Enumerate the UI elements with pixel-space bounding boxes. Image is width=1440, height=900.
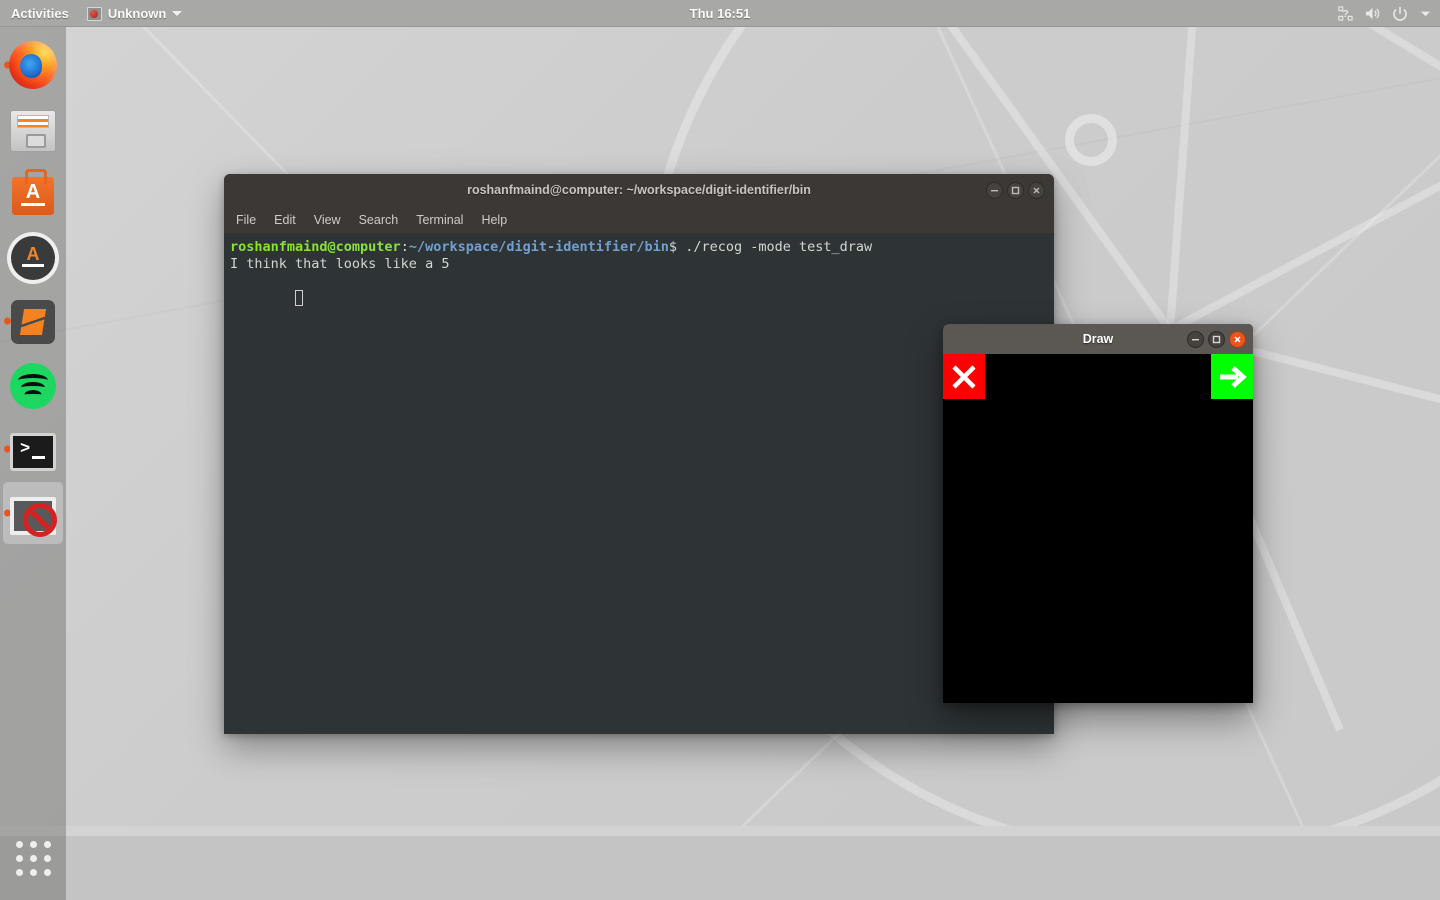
maximize-button[interactable] <box>1208 330 1225 348</box>
clock-button[interactable]: Thu 16:51 <box>0 6 1440 21</box>
updater-icon <box>11 236 55 280</box>
maximize-button[interactable] <box>1007 181 1024 199</box>
wallpaper-band-lower <box>0 836 1440 900</box>
terminal-title: roshanfmaind@computer: ~/workspace/digit… <box>467 183 811 197</box>
draw-canvas[interactable] <box>943 354 1253 703</box>
volume-icon[interactable] <box>1364 6 1381 21</box>
terminal-cursor-line <box>224 273 1054 325</box>
close-button[interactable] <box>1028 181 1045 199</box>
menu-item-file[interactable]: File <box>234 211 258 229</box>
menu-item-terminal[interactable]: Terminal <box>414 211 465 229</box>
wallpaper-band-highlight <box>0 826 1440 836</box>
app-menu-label: Unknown <box>107 6 167 21</box>
submit-button[interactable] <box>1211 354 1253 399</box>
software-icon <box>12 169 54 215</box>
dock-item-software-updater[interactable] <box>0 225 66 289</box>
power-icon[interactable] <box>1392 6 1408 22</box>
app-indicator-icon <box>86 6 102 21</box>
dock-item-spotify[interactable] <box>0 353 66 417</box>
dock-item-draw[interactable] <box>0 481 66 545</box>
x-icon <box>952 364 976 389</box>
accessibility-icon[interactable]: ? <box>1338 6 1353 21</box>
draw-window-buttons <box>1187 330 1246 348</box>
minimize-button[interactable] <box>986 181 1003 199</box>
menu-item-view[interactable]: View <box>312 211 343 229</box>
dock-item-ubuntu-software[interactable] <box>0 161 66 225</box>
chevron-down-icon <box>172 11 183 16</box>
app-menu-button[interactable]: Unknown <box>79 0 191 27</box>
close-button[interactable] <box>1229 330 1246 348</box>
menu-item-search[interactable]: Search <box>357 211 401 229</box>
activities-button[interactable]: Activities <box>0 0 79 27</box>
prompt-user-host: roshanfmaind@computer <box>230 239 401 255</box>
svg-text:?: ? <box>1343 9 1349 20</box>
menu-item-edit[interactable]: Edit <box>272 211 298 229</box>
dock-item-files[interactable] <box>0 97 66 161</box>
sublime-icon <box>11 300 55 344</box>
dock-items <box>0 27 66 545</box>
block-cursor-icon <box>295 290 304 306</box>
terminal-window[interactable]: roshanfmaind@computer: ~/workspace/digit… <box>224 174 1054 734</box>
running-indicator <box>4 317 11 325</box>
prompt-colon: : <box>400 239 409 255</box>
menu-item-help[interactable]: Help <box>479 211 509 229</box>
draw-title: Draw <box>1082 332 1114 346</box>
desktop: Activities Unknown Thu 16:51 ? A A > ros… <box>0 0 1440 900</box>
draw-window[interactable]: Draw <box>943 324 1253 703</box>
dock-item-terminal[interactable] <box>0 417 66 481</box>
wallpaper-ring-small <box>1065 114 1117 166</box>
terminal-titlebar[interactable]: roshanfmaind@computer: ~/workspace/digit… <box>224 174 1054 206</box>
terminal-prompt-line: roshanfmaind@computer:~/workspace/digit-… <box>224 239 1054 256</box>
top-bar: Activities Unknown Thu 16:51 ? <box>0 0 1440 27</box>
arrow-right-icon <box>1220 365 1247 388</box>
dock-item-sublime-text[interactable] <box>0 289 66 353</box>
chevron-down-icon[interactable] <box>1419 7 1432 20</box>
dock <box>0 27 66 900</box>
show-applications-button[interactable] <box>0 828 66 888</box>
terminal-output-line: I think that looks like a 5 <box>230 256 450 272</box>
spotify-icon <box>10 362 56 409</box>
minimize-button[interactable] <box>1187 330 1204 348</box>
terminal-command: ./recog -mode test_draw <box>677 239 873 255</box>
apps-grid-icon <box>15 840 51 876</box>
prompt-sigil: $ <box>668 239 678 255</box>
no-entry-icon <box>10 496 57 537</box>
files-icon <box>10 109 56 152</box>
terminal-window-buttons <box>986 181 1045 199</box>
dock-item-firefox[interactable] <box>0 33 66 97</box>
system-tray: ? <box>1338 6 1432 22</box>
firefox-icon <box>9 41 57 89</box>
clear-button[interactable] <box>943 354 985 399</box>
draw-titlebar[interactable]: Draw <box>943 324 1253 354</box>
terminal-screen[interactable]: roshanfmaind@computer:~/workspace/digit-… <box>224 233 1054 734</box>
terminal-menubar: File Edit View Search Terminal Help <box>224 206 1054 233</box>
terminal-icon <box>10 432 56 471</box>
prompt-path: ~/workspace/digit-identifier/bin <box>408 239 669 255</box>
